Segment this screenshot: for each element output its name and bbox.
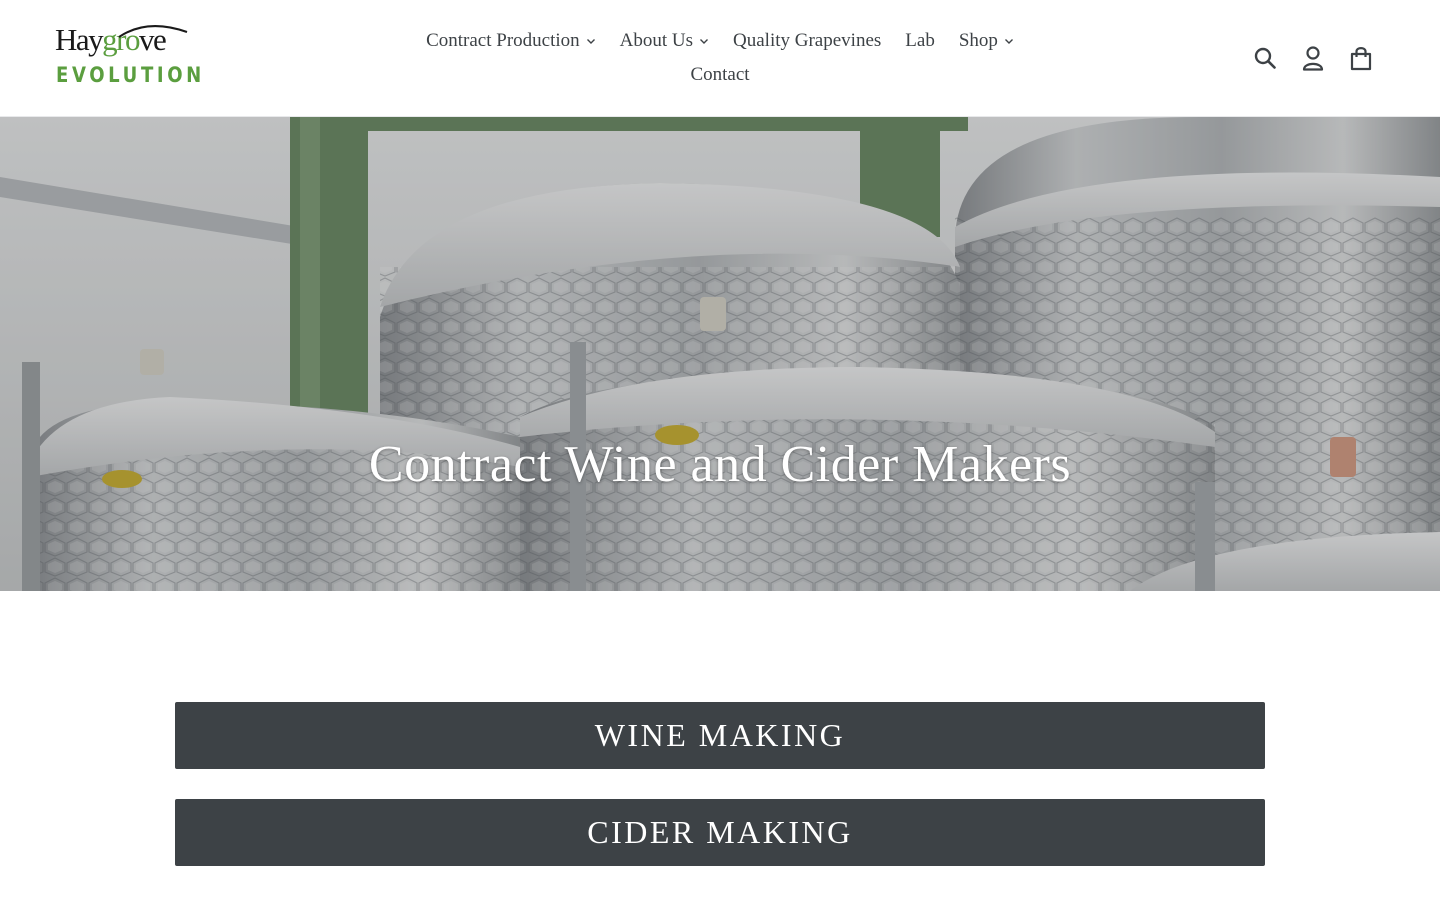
account-icon[interactable]: [1300, 44, 1326, 72]
chevron-down-icon: [586, 39, 595, 44]
hero-banner: Contract Wine and Cider Makers: [0, 117, 1440, 591]
logo-arc: [118, 25, 188, 38]
nav-item-lab[interactable]: Lab: [893, 30, 947, 52]
nav-row-primary: Contract Production About Us Quality Gra…: [400, 24, 1040, 58]
hero-title: Contract Wine and Cider Makers: [368, 436, 1072, 493]
nav-item-contact[interactable]: Contact: [678, 64, 761, 86]
chevron-down-icon: [1004, 39, 1013, 44]
nav-item-contract-production[interactable]: Contract Production: [414, 30, 608, 52]
logo-subtitle: EVOLUTION: [56, 63, 205, 87]
chevron-down-icon: [700, 39, 709, 44]
main-navigation: Contract Production About Us Quality Gra…: [400, 24, 1040, 92]
nav-item-quality-grapevines[interactable]: Quality Grapevines: [721, 30, 893, 52]
cider-making-wrapper: CIDER MAKING: [175, 799, 1265, 866]
logo[interactable]: Haygrove EVOLUTION: [55, 20, 201, 90]
search-icon[interactable]: [1252, 44, 1278, 72]
site-header: Haygrove EVOLUTION Contract Production A…: [0, 0, 1440, 117]
wine-making-wrapper: WINE MAKING: [175, 702, 1265, 769]
nav-item-shop[interactable]: Shop: [947, 30, 1026, 52]
cider-making-button[interactable]: CIDER MAKING: [175, 799, 1265, 866]
hero-overlay: [0, 117, 1440, 591]
nav-row-secondary: Contact: [400, 58, 1040, 92]
wine-making-button[interactable]: WINE MAKING: [175, 702, 1265, 769]
nav-item-about-us[interactable]: About Us: [608, 30, 721, 52]
cart-icon[interactable]: [1348, 44, 1374, 72]
header-icons: [1252, 44, 1374, 72]
